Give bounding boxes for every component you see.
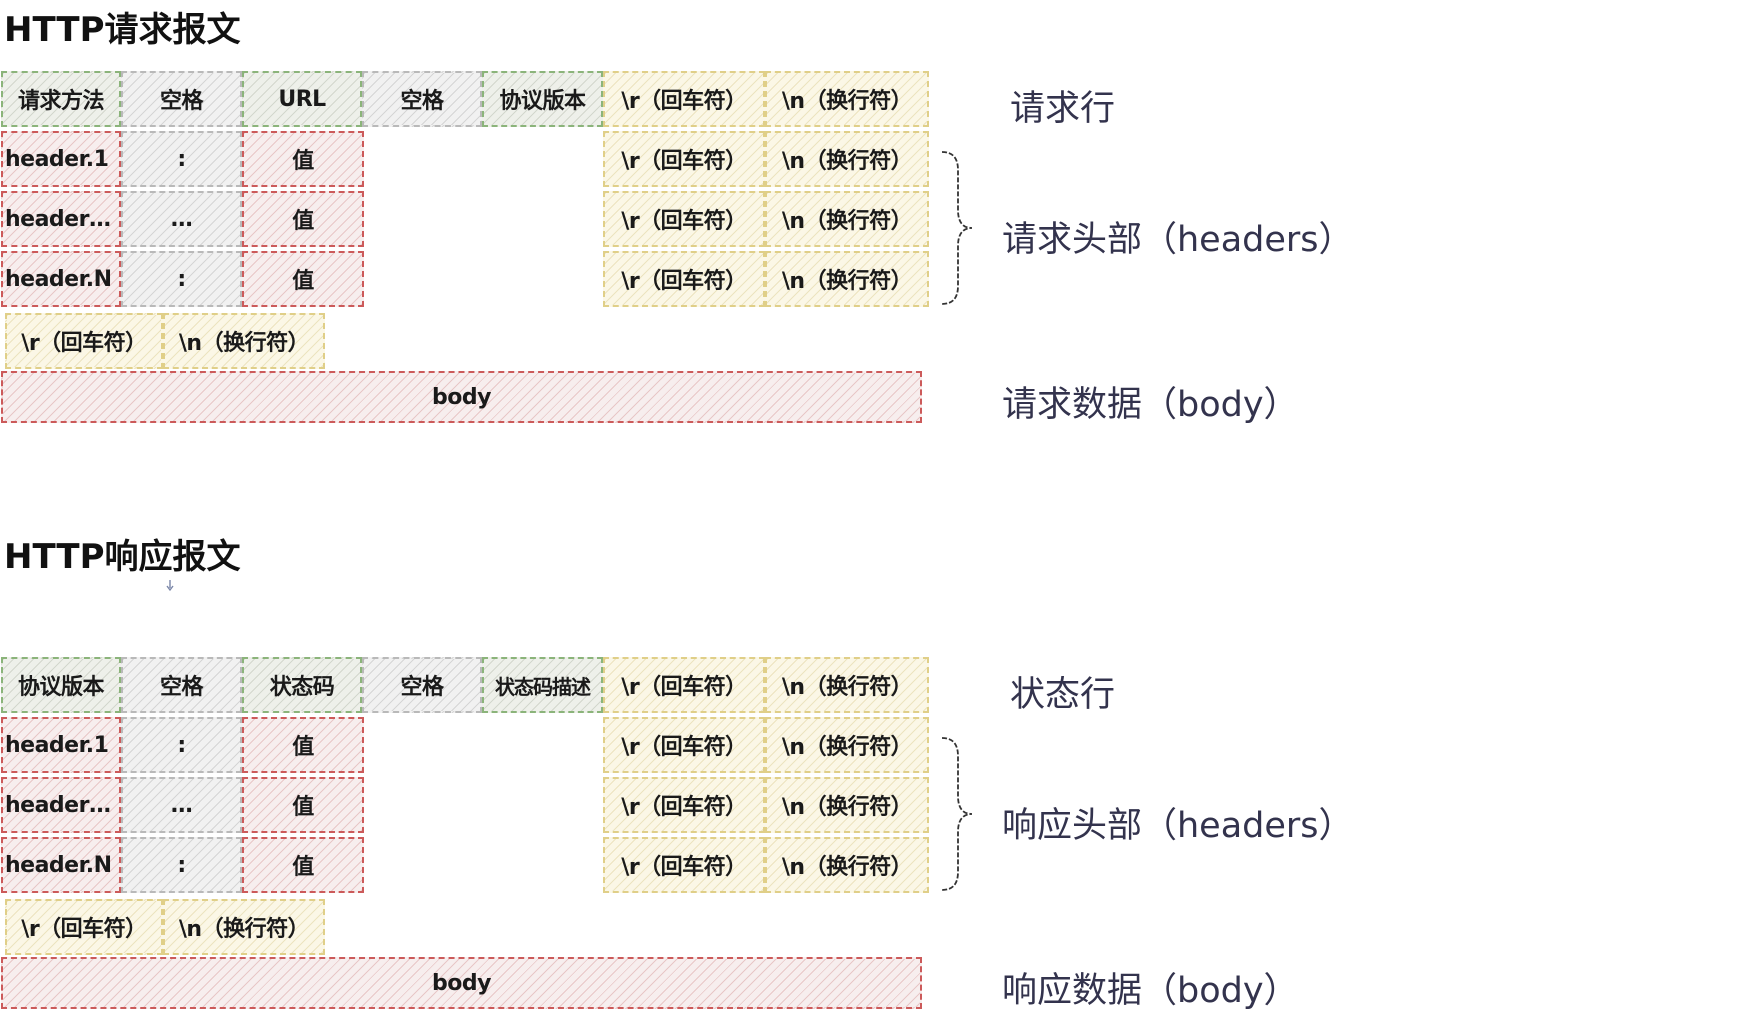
- response-title: HTTP响应报文: [4, 537, 241, 577]
- carriage-return-cell: \r（回车符）: [603, 717, 765, 773]
- http-response-diagram: HTTP响应报文 协议版本 空格 状态码 空格 状态码描述 \r（回车符） \n…: [0, 527, 1755, 1011]
- header-name-cell: header.1: [1, 717, 121, 773]
- header-value-cell: 值: [242, 777, 364, 833]
- carriage-return-cell: \r（回车符）: [603, 131, 765, 187]
- space-cell: 空格: [121, 657, 242, 713]
- request-body-label: 请求数据（body）: [1002, 385, 1299, 425]
- protocol-version-cell: 协议版本: [482, 71, 603, 127]
- header-value-cell: 值: [242, 251, 364, 307]
- protocol-version-cell: 协议版本: [1, 657, 121, 713]
- carriage-return-cell: \r（回车符）: [603, 71, 765, 127]
- carriage-return-cell: \r（回车符）: [603, 191, 765, 247]
- url-cell: URL: [242, 71, 362, 127]
- line-feed-cell: \n（换行符）: [765, 777, 929, 833]
- header-value-cell: 值: [242, 837, 364, 893]
- request-headers-label: 请求头部（headers）: [1002, 220, 1354, 260]
- header-value-cell: 值: [242, 191, 364, 247]
- carriage-return-cell: \r（回车符）: [603, 657, 765, 713]
- space-cell: 空格: [121, 71, 242, 127]
- header-value-cell: 值: [242, 717, 364, 773]
- body-cell: body: [1, 957, 922, 1009]
- carriage-return-cell: \r（回车符）: [603, 251, 765, 307]
- carriage-return-cell: \r（回车符）: [603, 837, 765, 893]
- header-name-cell: header.N: [1, 251, 121, 307]
- status-description-cell: 状态码描述: [482, 657, 603, 713]
- colon-cell: :: [121, 837, 242, 893]
- ellipsis-cell: …: [121, 191, 242, 247]
- header-name-cell: header.1: [1, 131, 121, 187]
- response-body-label: 响应数据（body）: [1002, 971, 1299, 1011]
- line-feed-cell: \n（换行符）: [765, 717, 929, 773]
- header-value-cell: 值: [242, 131, 364, 187]
- header-name-cell: header.N: [1, 837, 121, 893]
- line-feed-cell: \n（换行符）: [765, 251, 929, 307]
- line-feed-cell: \n（换行符）: [765, 191, 929, 247]
- carriage-return-cell: \r（回车符）: [5, 313, 163, 369]
- header-name-cell: header…: [1, 191, 121, 247]
- line-feed-cell: \n（换行符）: [163, 313, 325, 369]
- line-feed-cell: \n（换行符）: [765, 131, 929, 187]
- line-feed-cell: \n（换行符）: [163, 899, 325, 955]
- line-feed-cell: \n（换行符）: [765, 71, 929, 127]
- line-feed-cell: \n（换行符）: [765, 657, 929, 713]
- header-name-cell: header…: [1, 777, 121, 833]
- space-cell: 空格: [362, 657, 482, 713]
- ellipsis-cell: …: [121, 777, 242, 833]
- response-headers-label: 响应头部（headers）: [1002, 806, 1354, 846]
- colon-cell: :: [121, 131, 242, 187]
- request-line-label: 请求行: [1010, 89, 1116, 129]
- http-request-diagram: HTTP请求报文 请求方法 空格 URL 空格 协议版本 \r（回车符） \n（…: [0, 0, 1755, 460]
- headers-brace-icon: [941, 737, 973, 891]
- request-title: HTTP请求报文: [4, 10, 241, 50]
- colon-cell: :: [121, 717, 242, 773]
- line-feed-cell: \n（换行符）: [765, 837, 929, 893]
- colon-cell: :: [121, 251, 242, 307]
- body-cell: body: [1, 371, 922, 423]
- request-method-cell: 请求方法: [1, 71, 121, 127]
- status-code-cell: 状态码: [242, 657, 362, 713]
- headers-brace-icon: [941, 151, 973, 305]
- carriage-return-cell: \r（回车符）: [603, 777, 765, 833]
- space-cell: 空格: [362, 71, 482, 127]
- carriage-return-cell: \r（回车符）: [5, 899, 163, 955]
- status-line-label: 状态行: [1010, 675, 1116, 715]
